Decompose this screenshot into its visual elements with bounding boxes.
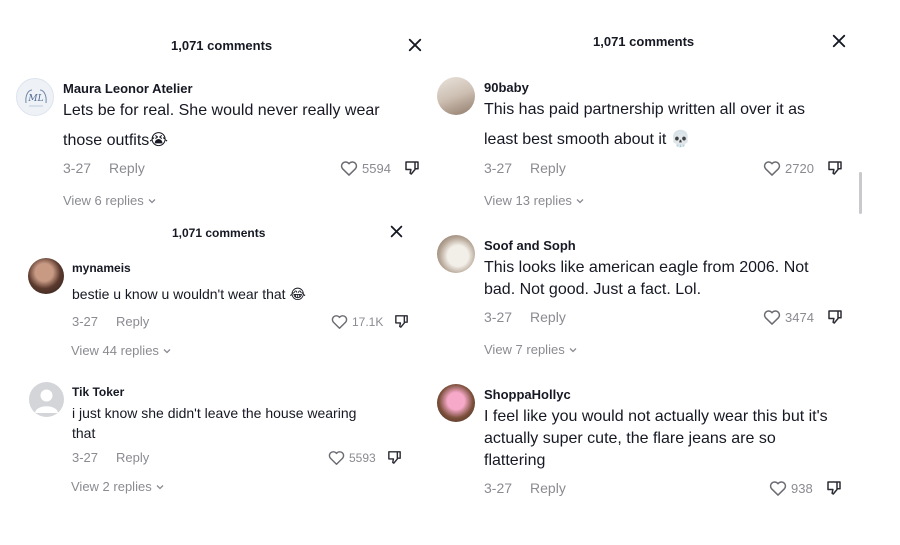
comment-text: flattering: [484, 452, 546, 469]
heart-icon[interactable]: [327, 448, 346, 467]
reply-button[interactable]: Reply: [530, 309, 566, 325]
close-icon[interactable]: [408, 38, 424, 54]
comment-username[interactable]: mynameis: [72, 261, 131, 275]
comment-text: that: [72, 425, 96, 441]
reply-button[interactable]: Reply: [116, 314, 149, 329]
view-replies-button[interactable]: View 6 replies: [63, 193, 157, 208]
comment-text: bestie u know u wouldn't wear that 😂: [72, 286, 306, 302]
thumbs-down-icon[interactable]: [826, 159, 844, 177]
comment-date: 3-27: [484, 309, 513, 325]
like-controls: 2720: [762, 158, 844, 178]
comment-meta: 3-27 Reply: [63, 160, 145, 176]
like-count: 5594: [362, 160, 391, 176]
svg-text:ML: ML: [27, 94, 43, 104]
reply-button[interactable]: Reply: [116, 450, 149, 465]
comment-text: bad. Not good. Just a fact. Lol.: [484, 281, 702, 298]
reply-button[interactable]: Reply: [530, 480, 566, 496]
view-replies-label: View 2 replies: [71, 479, 152, 494]
view-replies-label: View 13 replies: [484, 193, 572, 208]
comment-meta: 3-27 Reply: [72, 314, 149, 329]
comment-username[interactable]: Maura Leonor Atelier: [63, 81, 193, 96]
like-count: 2720: [785, 160, 814, 176]
comment-text: i just know she didn't leave the house w…: [72, 405, 357, 421]
thumbs-down-icon[interactable]: [826, 308, 844, 326]
like-controls: 3474: [762, 307, 844, 327]
reply-button[interactable]: Reply: [530, 160, 566, 176]
comment-date: 3-27: [63, 160, 92, 176]
comment-text: actually super cute, the flare jeans are…: [484, 430, 776, 447]
like-controls: 5593: [327, 448, 403, 467]
view-replies-button[interactable]: View 7 replies: [484, 342, 578, 357]
comment-username[interactable]: Tik Toker: [72, 385, 124, 399]
view-replies-button[interactable]: View 44 replies: [71, 343, 172, 358]
like-count: 3474: [785, 309, 814, 325]
like-controls: 938: [768, 478, 843, 498]
comment-date: 3-27: [484, 480, 513, 496]
heart-icon[interactable]: [339, 158, 359, 178]
comment-username[interactable]: Soof and Soph: [484, 238, 576, 253]
close-icon[interactable]: [390, 225, 406, 241]
close-icon[interactable]: [832, 34, 848, 50]
thumbs-down-icon[interactable]: [393, 313, 410, 330]
avatar[interactable]: [437, 384, 475, 422]
heart-icon[interactable]: [762, 307, 782, 327]
like-controls: 5594: [339, 158, 421, 178]
comment-text: I feel like you would not actually wear …: [484, 408, 828, 425]
chevron-down-icon: [575, 196, 585, 206]
chevron-down-icon: [155, 482, 165, 492]
comments-count-header: 1,071 comments: [171, 38, 273, 53]
comment-date: 3-27: [72, 314, 99, 329]
comment-text: Lets be for real. She would never really…: [63, 102, 380, 119]
avatar[interactable]: ML: [16, 78, 54, 116]
comment-text: This looks like american eagle from 2006…: [484, 259, 809, 276]
chevron-down-icon: [147, 196, 157, 206]
comment-username[interactable]: 90baby: [484, 80, 529, 95]
comments-count-header: 1,071 comments: [172, 226, 266, 240]
heart-icon[interactable]: [330, 312, 349, 331]
comment-text: least best smooth about it 💀: [484, 131, 691, 148]
heart-icon[interactable]: [762, 158, 782, 178]
view-replies-label: View 6 replies: [63, 193, 144, 208]
like-count: 938: [791, 480, 813, 496]
comments-count-header: 1,071 comments: [593, 34, 695, 49]
like-count: 17.1K: [352, 314, 384, 329]
chevron-down-icon: [162, 346, 172, 356]
scrollbar[interactable]: [859, 172, 862, 214]
like-count: 5593: [349, 450, 376, 465]
comment-meta: 3-27 Reply: [72, 450, 149, 465]
thumbs-down-icon[interactable]: [403, 159, 421, 177]
view-replies-button[interactable]: View 13 replies: [484, 193, 585, 208]
comment-meta: 3-27 Reply: [484, 480, 566, 496]
view-replies-label: View 44 replies: [71, 343, 159, 358]
comment-meta: 3-27 Reply: [484, 160, 566, 176]
avatar[interactable]: [29, 382, 64, 417]
thumbs-down-icon[interactable]: [825, 479, 843, 497]
comment-username[interactable]: ShoppaHollyc: [484, 387, 571, 402]
avatar[interactable]: [437, 77, 475, 115]
like-controls: 17.1K: [330, 312, 410, 331]
view-replies-label: View 7 replies: [484, 342, 565, 357]
reply-button[interactable]: Reply: [109, 160, 145, 176]
comment-date: 3-27: [72, 450, 99, 465]
comment-text: those outfits😭: [63, 132, 168, 149]
heart-icon[interactable]: [768, 478, 788, 498]
view-replies-button[interactable]: View 2 replies: [71, 479, 165, 494]
comment-date: 3-27: [484, 160, 513, 176]
comment-text: This has paid partnership written all ov…: [484, 101, 806, 118]
chevron-down-icon: [568, 345, 578, 355]
avatar[interactable]: [437, 235, 475, 273]
thumbs-down-icon[interactable]: [386, 449, 403, 466]
comment-meta: 3-27 Reply: [484, 309, 566, 325]
avatar[interactable]: [28, 258, 64, 294]
